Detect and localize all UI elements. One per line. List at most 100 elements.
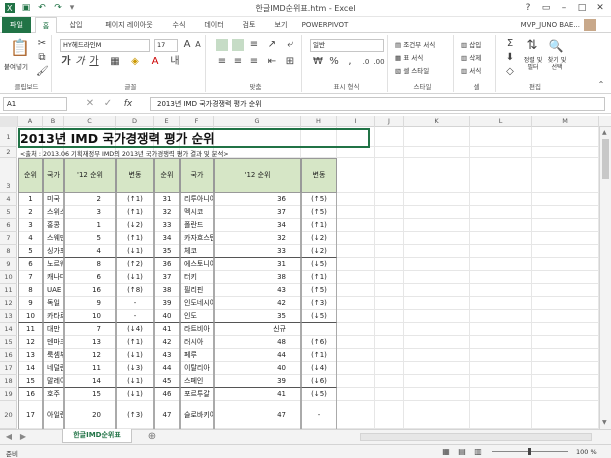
grid-cell[interactable]	[301, 147, 337, 158]
table-header-left-prev[interactable]: '12 순위	[64, 158, 116, 193]
left-table-cell[interactable]: 호주	[43, 388, 64, 401]
right-table-cell[interactable]: 31	[214, 258, 301, 271]
left-table-cell[interactable]: 5	[64, 232, 116, 245]
avatar[interactable]	[584, 19, 596, 31]
grid-cell[interactable]	[404, 271, 470, 284]
left-table-cell[interactable]: (↓2)	[116, 219, 154, 232]
font-size-combo[interactable]: 17	[154, 39, 178, 52]
grid-cell[interactable]	[337, 271, 375, 284]
right-table-cell[interactable]: (↓6)	[301, 375, 337, 388]
grid-cell[interactable]	[404, 323, 470, 336]
zoom-slider-thumb[interactable]	[528, 448, 531, 455]
left-table-cell[interactable]: 캐나다	[43, 271, 64, 284]
user-name[interactable]: MVP_JUNO BAE...	[520, 17, 580, 33]
right-table-cell[interactable]: 40	[154, 310, 180, 323]
right-table-cell[interactable]: 터키	[180, 271, 214, 284]
grid-cell[interactable]	[470, 362, 532, 375]
grid-cell[interactable]	[404, 297, 470, 310]
decrease-decimal-icon[interactable]: .00	[373, 56, 385, 68]
grid-cell[interactable]	[470, 336, 532, 349]
row-header-20[interactable]: 20	[0, 401, 17, 429]
grid-cell[interactable]	[337, 310, 375, 323]
fill-color-icon[interactable]: ◈	[128, 56, 142, 68]
bold-icon[interactable]: 가	[61, 56, 71, 68]
ribbon-display-icon[interactable]: ▭	[537, 1, 555, 15]
column-header-g[interactable]: G	[214, 116, 301, 127]
column-header-a[interactable]: A	[18, 116, 43, 127]
grid-cell[interactable]	[337, 401, 375, 429]
grid-cell[interactable]	[470, 297, 532, 310]
grid-cell[interactable]	[337, 375, 375, 388]
fill-icon[interactable]: ⬇	[504, 52, 516, 64]
grid-cell[interactable]	[532, 245, 599, 258]
left-table-cell[interactable]: (↓1)	[116, 245, 154, 258]
left-table-cell[interactable]: 1	[64, 219, 116, 232]
tab-view[interactable]: 보기	[268, 17, 294, 33]
grid-cell[interactable]	[532, 206, 599, 219]
grid-cell[interactable]	[470, 401, 532, 429]
tab-home[interactable]: 홈	[35, 17, 57, 34]
right-table-cell[interactable]: 36	[154, 258, 180, 271]
grid-cell[interactable]	[470, 349, 532, 362]
left-table-cell[interactable]: 16	[64, 284, 116, 297]
left-table-cell[interactable]: 12	[64, 349, 116, 362]
right-table-cell[interactable]: 인도네시아	[180, 297, 214, 310]
grid-cell[interactable]	[337, 323, 375, 336]
grid-cell[interactable]	[375, 323, 404, 336]
left-table-cell[interactable]: (↓1)	[116, 349, 154, 362]
right-table-cell[interactable]: 39	[154, 297, 180, 310]
grid-cell[interactable]	[404, 245, 470, 258]
left-table-cell[interactable]: 독일	[43, 297, 64, 310]
right-table-cell[interactable]: 35	[214, 310, 301, 323]
grid-cell[interactable]	[375, 147, 404, 158]
left-table-cell[interactable]: 9	[64, 297, 116, 310]
right-table-cell[interactable]: 러시아	[180, 336, 214, 349]
column-header-k[interactable]: K	[404, 116, 470, 127]
right-table-cell[interactable]: -	[301, 401, 337, 429]
left-table-cell[interactable]: 11	[64, 362, 116, 375]
right-table-cell[interactable]: (↑3)	[301, 297, 337, 310]
paste-icon[interactable]: 📋	[10, 39, 30, 57]
cancel-icon[interactable]: ✕	[84, 98, 96, 110]
right-table-cell[interactable]: (↓2)	[301, 245, 337, 258]
right-table-cell[interactable]: 34	[154, 232, 180, 245]
grid-cell[interactable]	[470, 127, 532, 147]
zoom-level[interactable]: 100 %	[576, 448, 597, 456]
right-table-cell[interactable]: 인도	[180, 310, 214, 323]
right-table-cell[interactable]: 38	[154, 284, 180, 297]
right-table-cell[interactable]	[301, 323, 337, 336]
close-button[interactable]: ✕	[591, 1, 609, 15]
grid-cell[interactable]	[470, 147, 532, 158]
autosum-icon[interactable]: Σ	[504, 38, 516, 50]
cell-styles-button[interactable]: ▧ 셀 스타일	[395, 65, 429, 75]
grid-cell[interactable]	[470, 284, 532, 297]
left-table-cell[interactable]: 4	[64, 245, 116, 258]
left-table-cell[interactable]: 8	[18, 284, 43, 297]
grid-cell[interactable]	[337, 232, 375, 245]
table-header-right-country[interactable]: 국가	[180, 158, 214, 193]
left-table-cell[interactable]: 10	[64, 310, 116, 323]
column-header-h[interactable]: H	[301, 116, 337, 127]
grid-cell[interactable]	[375, 362, 404, 375]
prev-sheet-icon[interactable]: ◀	[4, 431, 14, 443]
right-table-cell[interactable]: 폴란드	[180, 219, 214, 232]
right-table-cell[interactable]: (↑1)	[301, 349, 337, 362]
tab-page-layout[interactable]: 페이지 레이아웃	[96, 17, 162, 33]
row-header-18[interactable]: 18	[0, 375, 17, 388]
tab-data[interactable]: 데이터	[198, 17, 230, 33]
table-header-left-change[interactable]: 변동	[116, 158, 154, 193]
grid-cell[interactable]	[375, 193, 404, 206]
paste-label[interactable]: 붙여넣기	[4, 61, 28, 71]
selected-cell-a1[interactable]	[18, 128, 370, 148]
maximize-button[interactable]: □	[573, 1, 591, 15]
right-table-cell[interactable]: (↑5)	[301, 284, 337, 297]
left-table-cell[interactable]: 5	[18, 245, 43, 258]
grid-cell[interactable]	[375, 336, 404, 349]
grid-cell[interactable]	[532, 284, 599, 297]
right-table-cell[interactable]: 에스토니아	[180, 258, 214, 271]
right-table-cell[interactable]: 41	[214, 388, 301, 401]
row-header-4[interactable]: 4	[0, 193, 17, 206]
left-table-cell[interactable]: 싱가포르	[43, 245, 64, 258]
grid-cell[interactable]	[337, 297, 375, 310]
right-table-cell[interactable]: 스페인	[180, 375, 214, 388]
